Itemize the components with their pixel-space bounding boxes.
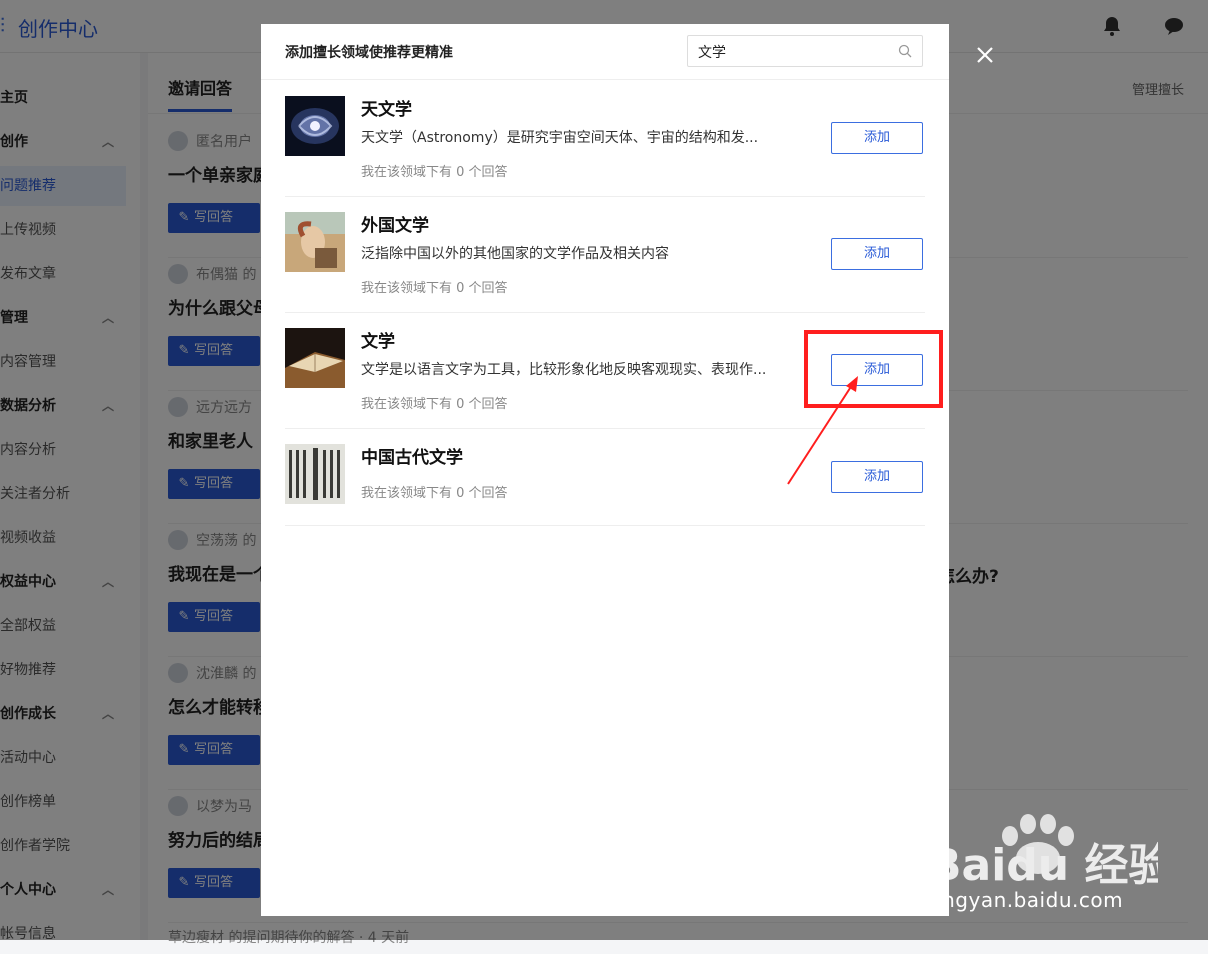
field-thumbnail [285,96,345,156]
field-description: 文学是以语言文字为工具，比较形象化地反映客观现实、表现作... [361,362,767,378]
annotation-arrow [787,376,858,485]
field-name: 文学 [361,332,395,352]
field-thumbnail [285,328,345,388]
field-description: 天文学（Astronomy）是研究宇宙空间天体、宇宙的结构和发... [361,130,759,146]
add-button[interactable]: 添加 [831,238,923,270]
search-icon[interactable] [898,44,912,58]
close-icon[interactable] [975,45,995,65]
watermark-url: jingyan.baidu.com [930,888,1124,912]
field-name: 外国文学 [361,216,429,236]
search-input[interactable] [696,40,890,64]
field-answer-count: 我在该领域下有 0 个回答 [361,397,508,412]
field-answer-count: 我在该领域下有 0 个回答 [361,486,508,501]
field-name: 中国古代文学 [361,448,463,468]
watermark-brand: Baidu 经验 [928,840,1158,891]
field-item-foreign-literature: 外国文学 泛指除中国以外的其他国家的文学作品及相关内容 我在该领域下有 0 个回… [285,196,925,313]
field-thumbnail [285,444,345,504]
search-box[interactable] [687,35,923,67]
field-answer-count: 我在该领域下有 0 个回答 [361,165,508,180]
field-description: 泛指除中国以外的其他国家的文学作品及相关内容 [361,246,669,262]
add-button[interactable]: 添加 [831,122,923,154]
field-answer-count: 我在该领域下有 0 个回答 [361,281,508,296]
modal-title: 添加擅长领域使推荐更精准 [285,45,453,61]
field-item-astronomy: 天文学 天文学（Astronomy）是研究宇宙空间天体、宇宙的结构和发... 我… [285,80,925,197]
field-thumbnail [285,212,345,272]
field-name: 天文学 [361,100,412,120]
